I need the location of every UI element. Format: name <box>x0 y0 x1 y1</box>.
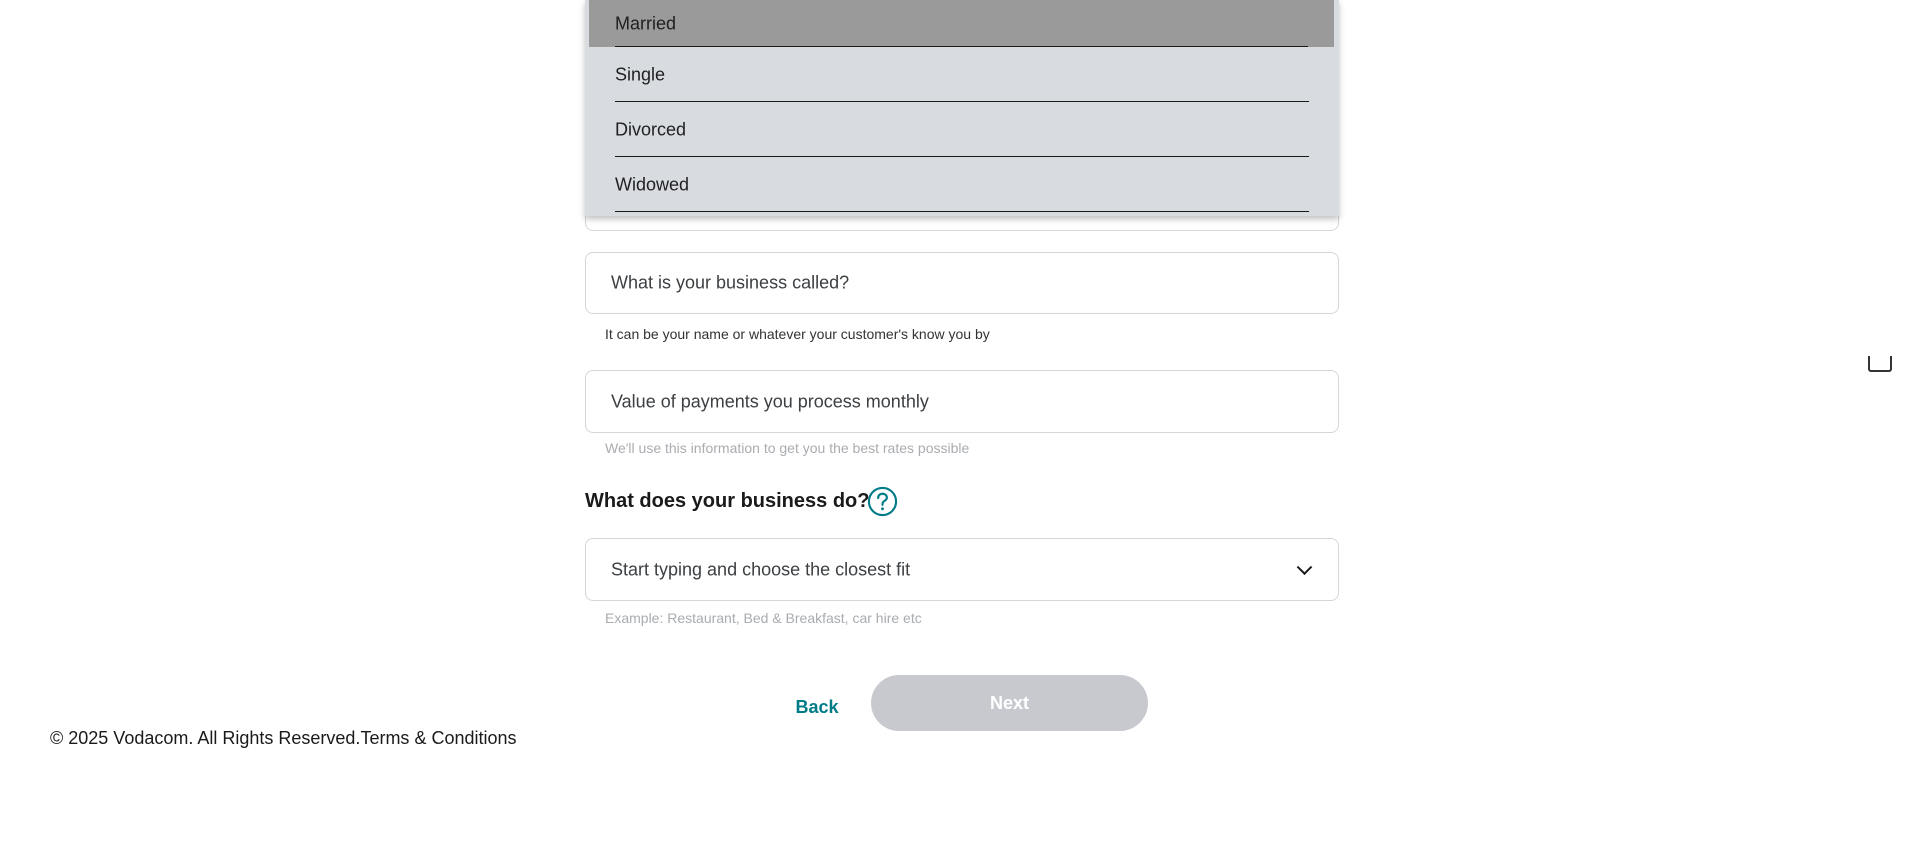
option-divorced[interactable]: Divorced <box>585 102 1339 157</box>
business-type-placeholder: Start typing and choose the closest fit <box>611 559 911 579</box>
monthly-payments-input[interactable]: Value of payments you process monthly <box>585 370 1339 433</box>
option-single[interactable]: Single <box>585 47 1339 102</box>
option-label: Widowed <box>615 174 690 194</box>
business-name-input[interactable]: What is your business called? <box>585 252 1339 314</box>
option-label: Divorced <box>615 119 687 139</box>
option-married[interactable]: Married <box>589 0 1334 47</box>
copyright-text: © 2025 Vodacom. All Rights Reserved. <box>50 728 361 748</box>
chevron-down-icon[interactable] <box>1296 558 1313 575</box>
business-name-hint: It can be your name or whatever your cus… <box>605 326 990 342</box>
back-button[interactable]: Back <box>782 692 852 722</box>
help-icon[interactable] <box>867 486 898 517</box>
business-type-heading: What does your business do? <box>585 490 870 512</box>
monthly-payments-hint: We'll use this information to get you th… <box>605 440 970 456</box>
marital-status-dropdown: Married Single Divorced Widowed <box>585 0 1339 216</box>
terms-link[interactable]: Terms & Conditions <box>360 728 516 748</box>
business-name-placeholder: What is your business called? <box>611 272 850 293</box>
option-label: Married <box>615 13 677 33</box>
business-type-combobox[interactable]: Start typing and choose the closest fit <box>585 538 1339 601</box>
calendar-icon <box>1868 356 1892 372</box>
business-type-hint: Example: Restaurant, Bed & Breakfast, ca… <box>605 610 922 626</box>
option-divider <box>615 210 1309 212</box>
next-button[interactable]: Next <box>871 675 1148 731</box>
page: What is your business called? It can be … <box>0 0 1920 847</box>
option-label: Single <box>615 64 666 84</box>
footer: © 2025 Vodacom. All Rights Reserved.Term… <box>50 728 517 749</box>
option-widowed[interactable]: Widowed <box>585 157 1339 212</box>
monthly-payments-placeholder: Value of payments you process monthly <box>611 391 929 411</box>
